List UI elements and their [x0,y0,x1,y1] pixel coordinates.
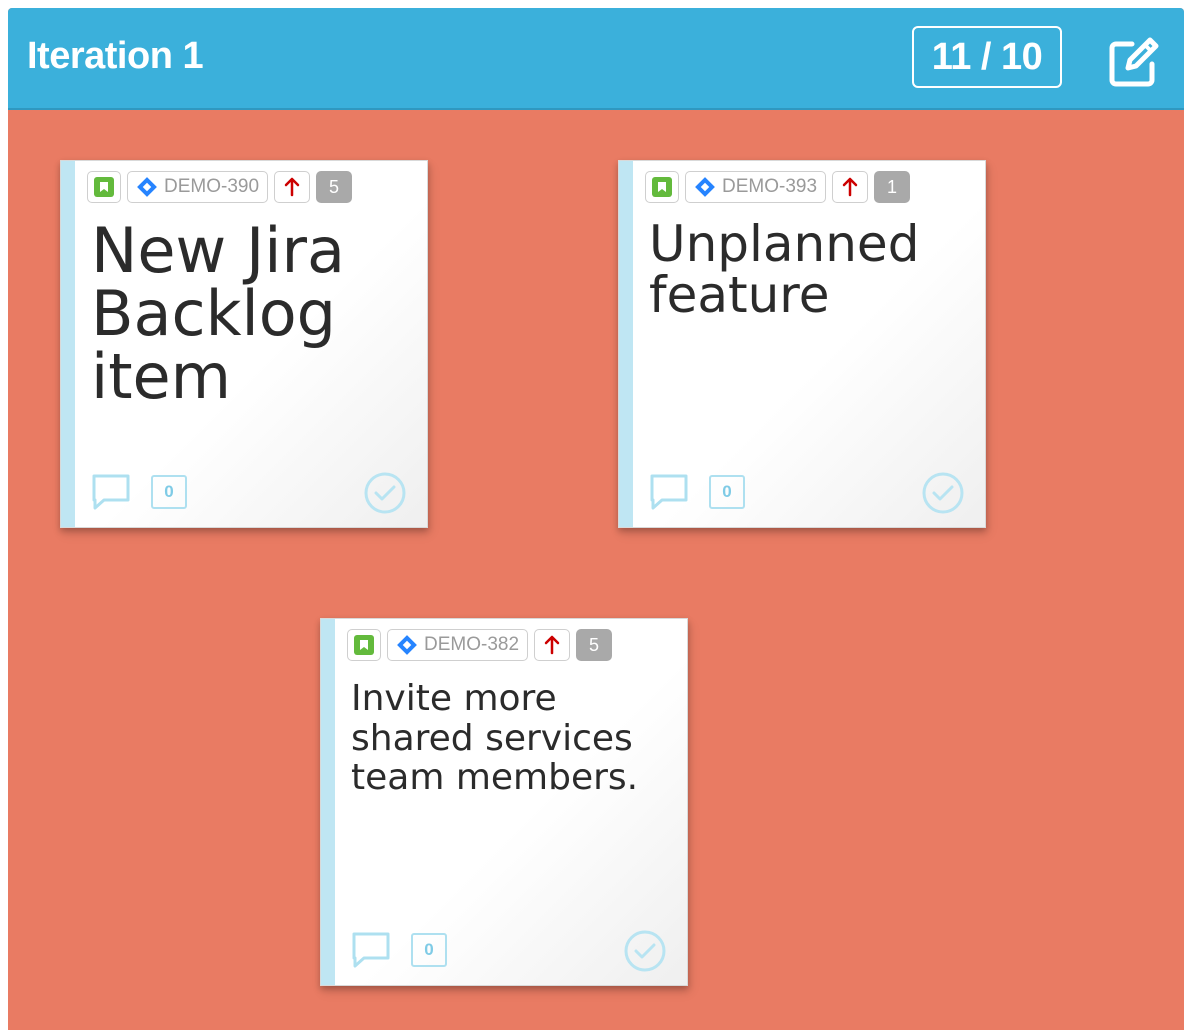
priority-high-arrow-icon [832,171,869,203]
issue-key-tag[interactable]: DEMO-390 [127,171,269,203]
comment-count: 0 [709,475,745,509]
card-stripe [61,161,75,527]
card-stripe [321,619,335,985]
iteration-panel: Iteration 1 11 / 10 DEMO-390 5 New Jira … [8,8,1184,1030]
card-footer: 0 [649,471,965,515]
jira-icon [397,635,417,655]
card-demo-382[interactable]: DEMO-382 5 Invite more shared services t… [320,618,688,986]
card-title: Unplanned feature [649,215,920,324]
points-capacity-badge: 11 / 10 [912,26,1062,88]
card-tags: DEMO-390 5 [87,170,353,204]
iteration-header: Iteration 1 11 / 10 [8,8,1184,110]
card-footer: 0 [351,929,667,973]
card-title: Invite more shared services team members… [351,678,639,799]
comment-count: 0 [411,933,447,967]
issue-key: DEMO-390 [164,176,260,197]
story-icon [87,171,121,203]
story-icon [645,171,679,203]
card-demo-390[interactable]: DEMO-390 5 New Jira Backlog item 0 [60,160,428,528]
issue-key: DEMO-393 [722,176,818,197]
story-icon [347,629,381,661]
check-circle-icon[interactable] [363,471,407,515]
comment-icon[interactable] [91,473,131,511]
issue-key-tag[interactable]: DEMO-393 [685,171,827,203]
check-circle-icon[interactable] [623,929,667,973]
card-stripe [619,161,633,527]
check-circle-icon[interactable] [921,471,965,515]
card-footer: 0 [91,471,407,515]
card-tags: DEMO-382 5 [347,628,613,662]
priority-high-arrow-icon [274,171,311,203]
card-title: New Jira Backlog item [91,214,345,414]
jira-icon [695,177,715,197]
jira-icon [137,177,157,197]
iteration-title[interactable]: Iteration 1 [27,35,204,78]
edit-icon[interactable] [1106,34,1162,90]
comment-count: 0 [151,475,187,509]
issue-key-tag[interactable]: DEMO-382 [387,629,529,661]
story-points-badge: 5 [576,629,613,661]
story-points-badge: 1 [874,171,911,203]
card-tags: DEMO-393 1 [645,170,911,204]
story-points-badge: 5 [316,171,353,203]
card-demo-393[interactable]: DEMO-393 1 Unplanned feature 0 [618,160,986,528]
comment-icon[interactable] [351,931,391,969]
priority-high-arrow-icon [534,629,571,661]
issue-key: DEMO-382 [424,634,520,655]
comment-icon[interactable] [649,473,689,511]
